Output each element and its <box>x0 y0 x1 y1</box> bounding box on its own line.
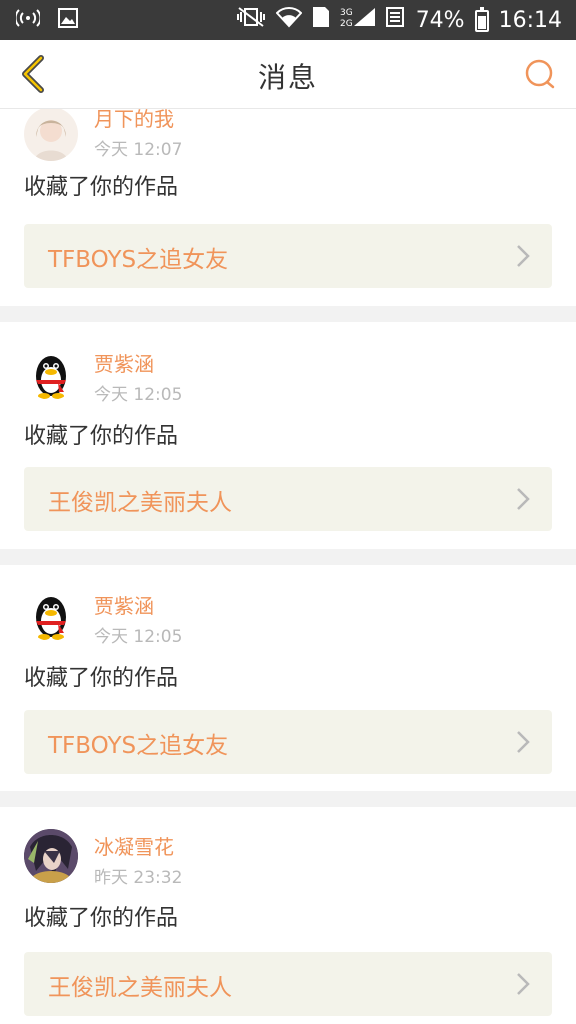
action-text: 收藏了你的作品 <box>24 424 179 449</box>
action-text: 收藏了你的作品 <box>24 906 179 931</box>
user-name[interactable]: 冰凝雪花 <box>94 831 174 860</box>
list-item: 冰凝雪花 昨天 23:32 收藏了你的作品 王俊凯之美丽夫人 <box>0 807 576 1024</box>
qq-penguin-avatar[interactable] <box>24 587 78 641</box>
user-name[interactable]: 贾紫涵 <box>94 348 154 377</box>
work-title: 王俊凯之美丽夫人 <box>48 975 232 1001</box>
chevron-right-icon <box>517 488 530 510</box>
anime-character-avatar[interactable] <box>24 829 78 883</box>
battery-icon <box>474 6 489 32</box>
work-card[interactable]: TFBOYS之追女友 <box>24 710 552 774</box>
search-button[interactable] <box>518 52 562 96</box>
sim-icon <box>312 6 330 35</box>
list-item: 贾紫涵 今天 12:05 收藏了你的作品 王俊凯之美丽夫人 <box>0 322 576 550</box>
divider <box>0 791 576 807</box>
work-title: TFBOYS之追女友 <box>48 733 229 759</box>
list-item: 月下的我 今天 12:07 收藏了你的作品 TFBOYS之追女友 <box>0 109 576 307</box>
chevron-right-icon <box>517 245 530 267</box>
qq-penguin-avatar[interactable] <box>24 346 78 400</box>
status-bar: 3G 2G 74% 16:14 <box>0 0 576 40</box>
work-card[interactable]: 王俊凯之美丽夫人 <box>24 467 552 531</box>
app-bar: 消息 <box>0 40 576 109</box>
chevron-right-icon <box>517 731 530 753</box>
status-left-icons <box>14 8 78 35</box>
message-time: 今天 12:05 <box>94 385 183 405</box>
work-title: 王俊凯之美丽夫人 <box>48 490 232 516</box>
wifi-icon <box>275 6 303 35</box>
svg-text:2G: 2G <box>340 19 353 28</box>
chevron-right-icon <box>517 973 530 995</box>
status-right-icons: 3G 2G 74% 16:14 <box>236 6 562 35</box>
signal-icon: 3G 2G <box>340 6 376 35</box>
message-list[interactable]: 月下的我 今天 12:07 收藏了你的作品 TFBOYS之追女友 贾紫涵 今天 … <box>0 109 576 1024</box>
user-name[interactable]: 贾紫涵 <box>94 590 154 619</box>
svg-text:3G: 3G <box>340 8 353 18</box>
gallery-notification-icon <box>58 8 78 35</box>
page-title: 消息 <box>257 61 318 94</box>
message-time: 昨天 23:32 <box>94 868 183 888</box>
work-title: TFBOYS之追女友 <box>48 247 229 273</box>
clock: 16:14 <box>498 8 562 33</box>
battery-percent: 74% <box>415 8 465 33</box>
girl-photo-avatar[interactable] <box>24 109 78 161</box>
storage-notification-icon <box>385 6 406 35</box>
work-card[interactable]: TFBOYS之追女友 <box>24 224 552 288</box>
divider <box>0 306 576 322</box>
message-time: 今天 12:05 <box>94 627 183 647</box>
list-item: 贾紫涵 今天 12:05 收藏了你的作品 TFBOYS之追女友 <box>0 565 576 791</box>
vibrate-mute-icon <box>236 6 266 35</box>
action-text: 收藏了你的作品 <box>24 666 179 691</box>
user-name[interactable]: 月下的我 <box>94 109 174 132</box>
search-icon <box>525 59 555 89</box>
work-card[interactable]: 王俊凯之美丽夫人 <box>24 952 552 1016</box>
hotspot-icon <box>14 8 42 35</box>
message-time: 今天 12:07 <box>94 140 183 160</box>
divider <box>0 549 576 565</box>
action-text: 收藏了你的作品 <box>24 175 179 200</box>
